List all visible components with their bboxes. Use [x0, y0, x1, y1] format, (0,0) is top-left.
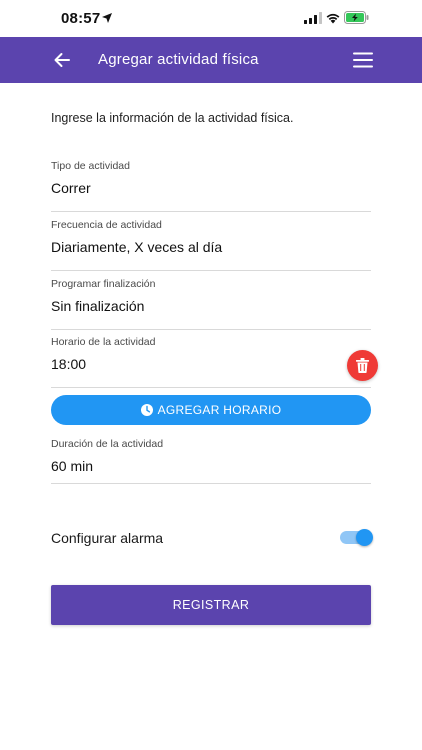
- register-button[interactable]: REGISTRAR: [51, 585, 371, 625]
- trash-icon: [356, 358, 369, 373]
- activity-type-field[interactable]: Tipo de actividad Correr: [51, 160, 371, 212]
- location-arrow-icon: [102, 13, 112, 23]
- toggle-knob: [356, 529, 373, 546]
- schedule-end-field[interactable]: Programar finalización Sin finalización: [51, 278, 371, 330]
- schedule-end-value: Sin finalización: [51, 298, 145, 314]
- activity-duration-label: Duración de la actividad: [51, 438, 164, 450]
- page-title: Agregar actividad física: [98, 51, 259, 68]
- activity-type-value: Correr: [51, 180, 91, 196]
- activity-duration-field[interactable]: Duración de la actividad 60 min: [51, 438, 371, 484]
- activity-duration-value: 60 min: [51, 458, 94, 474]
- add-schedule-button[interactable]: AGREGAR HORARIO: [51, 395, 371, 425]
- back-arrow-icon[interactable]: [51, 49, 73, 71]
- cellular-signal-icon: [304, 12, 322, 24]
- schedule-end-label: Programar finalización: [51, 278, 156, 290]
- activity-time-value: 18:00: [51, 356, 87, 372]
- activity-time-label: Horario de la actividad: [51, 336, 156, 348]
- activity-frequency-label: Frecuencia de actividad: [51, 219, 162, 231]
- register-label: REGISTRAR: [172, 598, 250, 612]
- add-schedule-label: AGREGAR HORARIO: [157, 403, 282, 417]
- status-time: 08:57: [61, 10, 101, 27]
- alarm-label: Configurar alarma: [51, 530, 164, 546]
- battery-charging-icon: [344, 11, 369, 24]
- activity-frequency-field[interactable]: Frecuencia de actividad Diariamente, X v…: [51, 219, 371, 271]
- activity-frequency-value: Diariamente, X veces al día: [51, 239, 223, 255]
- form-intro-text: Ingrese la información de la actividad f…: [51, 111, 294, 125]
- wifi-icon: [326, 13, 340, 24]
- activity-type-label: Tipo de actividad: [51, 160, 130, 172]
- delete-time-button[interactable]: [347, 350, 378, 381]
- alarm-toggle[interactable]: [340, 529, 373, 546]
- status-bar: 08:57: [0, 0, 422, 37]
- app-bar: Agregar actividad física: [0, 37, 422, 83]
- activity-time-field[interactable]: Horario de la actividad 18:00: [51, 336, 371, 388]
- hamburger-menu-icon[interactable]: [352, 49, 374, 71]
- clock-icon: [140, 404, 153, 416]
